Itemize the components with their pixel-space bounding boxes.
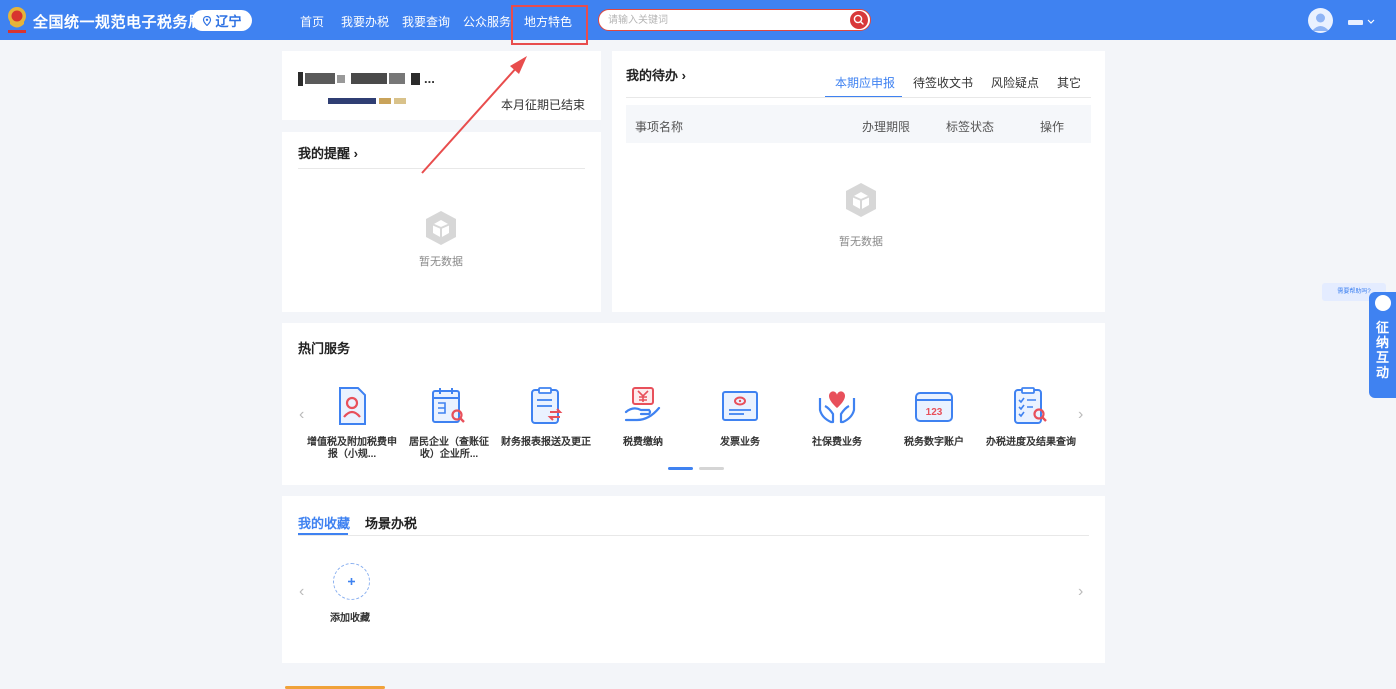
chat-bubble-icon bbox=[1375, 295, 1391, 311]
tab-pending-documents[interactable]: 待签收文书 bbox=[913, 74, 973, 91]
service-corporate-income-tax[interactable]: 居民企业（查账征收）企业所... bbox=[404, 386, 494, 461]
nav-public-service[interactable]: 公众服务 bbox=[463, 13, 511, 30]
favorites-divider bbox=[298, 535, 1089, 536]
empty-box-icon bbox=[426, 211, 456, 245]
service-progress-query[interactable]: 办税进度及结果查询 bbox=[986, 386, 1076, 449]
invoice-icon bbox=[722, 391, 758, 421]
reminder-divider bbox=[298, 168, 585, 169]
svg-text:123: 123 bbox=[926, 407, 943, 418]
add-favorite-label[interactable]: 添加收藏 bbox=[330, 609, 370, 624]
service-label: 增值税及附加税费申报（小规... bbox=[307, 437, 397, 460]
service-label: 税费缴纳 bbox=[623, 437, 663, 448]
service-invoice[interactable]: 发票业务 bbox=[695, 386, 785, 449]
todo-title[interactable]: 我的待办 › bbox=[626, 65, 686, 84]
heart-hands-icon bbox=[818, 391, 856, 424]
service-social-security[interactable]: 社保费业务 bbox=[792, 386, 882, 449]
report-exchange-icon bbox=[531, 387, 563, 424]
location-pin-icon bbox=[203, 15, 212, 26]
reminder-title[interactable]: 我的提醒 › bbox=[298, 143, 358, 162]
company-name-ellipsis: ... bbox=[424, 71, 435, 86]
service-label: 税务数字账户 bbox=[904, 437, 964, 448]
user-avatar[interactable] bbox=[1308, 8, 1333, 33]
todo-tabs-divider bbox=[626, 97, 1091, 98]
empty-box-icon bbox=[846, 183, 876, 217]
service-label: 居民企业（查账征收）企业所... bbox=[409, 437, 489, 460]
digital-account-icon: 123 bbox=[915, 392, 953, 422]
service-label: 社保费业务 bbox=[812, 437, 862, 448]
nav-do-tax[interactable]: 我要办税 bbox=[341, 13, 389, 30]
region-label: 辽宁 bbox=[215, 14, 242, 29]
reminder-empty-text: 暂无数据 bbox=[419, 256, 463, 268]
nav-home[interactable]: 首页 bbox=[300, 13, 324, 30]
service-label: 财务报表报送及更正 bbox=[501, 437, 591, 448]
tab-current-declaration[interactable]: 本期应申报 bbox=[835, 74, 895, 91]
carousel-dot[interactable] bbox=[699, 467, 724, 470]
plus-icon bbox=[348, 578, 355, 585]
service-tax-payment[interactable]: 税费缴纳 bbox=[598, 386, 688, 449]
yuan-hand-icon bbox=[624, 387, 661, 422]
service-digital-account[interactable]: 123 税务数字账户 bbox=[889, 386, 979, 449]
carousel-dot-active[interactable] bbox=[668, 467, 693, 470]
highlight-box bbox=[511, 5, 588, 45]
hot-prev-arrow[interactable]: ‹ bbox=[299, 406, 304, 424]
taxpayer-id bbox=[328, 98, 406, 104]
user-avatar-icon bbox=[1312, 13, 1329, 31]
site-title[interactable]: 全国统一规范电子税务局 bbox=[33, 11, 204, 32]
column-tag-status: 标签状态 bbox=[946, 120, 995, 134]
company-name: ... bbox=[298, 71, 435, 86]
carousel-indicator bbox=[668, 467, 724, 470]
tab-other[interactable]: 其它 bbox=[1057, 74, 1081, 91]
todo-table-header: 事项名称 办理期限 标签状态 操作 bbox=[626, 105, 1091, 143]
tab-my-favorites[interactable]: 我的收藏 bbox=[298, 513, 350, 532]
nav-query[interactable]: 我要查询 bbox=[402, 13, 450, 30]
column-action: 操作 bbox=[1040, 120, 1065, 134]
period-status: 本月征期已结束 bbox=[500, 98, 585, 112]
search-button[interactable] bbox=[850, 11, 868, 29]
column-item-name: 事项名称 bbox=[635, 120, 684, 134]
tab-risk-doubts[interactable]: 风险疑点 bbox=[991, 74, 1039, 91]
hot-next-arrow[interactable]: › bbox=[1078, 406, 1083, 424]
top-navigation-bar: 全国统一规范电子税务局 辽宁 首页 我要办税 我要查询 公众服务 地方特色 bbox=[0, 0, 1396, 40]
hot-services-title: 热门服务 bbox=[298, 341, 351, 356]
region-selector[interactable]: 辽宁 bbox=[192, 10, 252, 31]
favorites-next-arrow[interactable]: › bbox=[1078, 583, 1083, 601]
tax-interaction-button[interactable]: 征 纳 互 动 bbox=[1369, 292, 1396, 398]
column-deadline: 办理期限 bbox=[862, 120, 911, 134]
tax-interaction-label: 征 纳 互 动 bbox=[1375, 320, 1389, 380]
favorites-prev-arrow[interactable]: ‹ bbox=[299, 583, 304, 601]
company-card: ... 本月征期已结束 bbox=[282, 51, 601, 120]
checklist-search-icon bbox=[1014, 387, 1047, 424]
service-label: 办税进度及结果查询 bbox=[986, 437, 1076, 448]
search-icon bbox=[853, 14, 864, 25]
tab-scenario-tax[interactable]: 场景办税 bbox=[365, 513, 417, 532]
service-vat-declaration[interactable]: 增值税及附加税费申报（小规... bbox=[307, 386, 397, 461]
tax-emblem-icon bbox=[8, 7, 26, 33]
person-document-icon bbox=[339, 387, 366, 425]
todo-empty-text: 暂无数据 bbox=[839, 236, 883, 248]
service-financial-statements[interactable]: 财务报表报送及更正 bbox=[501, 386, 591, 449]
user-menu-dropdown[interactable] bbox=[1348, 17, 1378, 27]
add-favorite-button[interactable] bbox=[333, 563, 370, 600]
search-box bbox=[598, 9, 871, 31]
search-input[interactable] bbox=[608, 13, 838, 27]
calendar-search-icon bbox=[432, 388, 465, 423]
service-label: 发票业务 bbox=[720, 437, 760, 448]
